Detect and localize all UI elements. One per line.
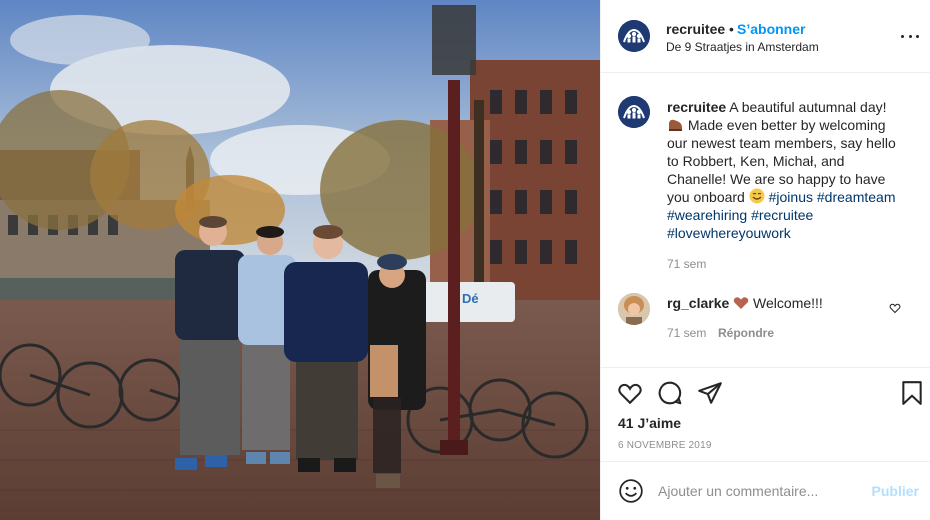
post-date[interactable]: 6 NOVEMBRE 2019 — [618, 440, 712, 451]
recruitee-logo-icon — [618, 20, 650, 52]
comment-text: Welcome!!! — [749, 295, 823, 311]
reply-button[interactable]: Répondre — [718, 326, 774, 340]
recruitee-logo-icon — [618, 96, 650, 128]
commenter-photo — [618, 293, 650, 325]
emoji-heart — [733, 297, 749, 309]
amsterdam-canal-photo: Dé — [0, 0, 600, 520]
publish-button[interactable]: Publier — [872, 483, 919, 499]
hashtag-dreamteam[interactable]: #dreamteam — [817, 189, 896, 205]
comment-input[interactable] — [658, 482, 858, 500]
commenter-avatar[interactable] — [618, 293, 650, 325]
van-sign: Dé — [462, 291, 479, 306]
header-username[interactable]: recruitee — [666, 21, 725, 37]
heart-icon[interactable] — [617, 380, 643, 406]
caption-timestamp[interactable]: 71 sem — [667, 257, 706, 271]
comment-icon[interactable] — [657, 380, 683, 406]
smile-icon[interactable] — [618, 478, 644, 504]
action-bar: 41 J’aime 6 NOVEMBRE 2019 — [601, 367, 930, 462]
post-panel: recruitee • S’abonner De 9 Straatjes in … — [600, 0, 930, 520]
likes-count[interactable]: 41 J’aime — [618, 415, 681, 431]
separator-dot: • — [729, 21, 734, 37]
emoji-smile — [749, 188, 765, 204]
follow-button[interactable]: S’abonner — [737, 21, 805, 37]
comments-section: recruitee A beautiful autumnal day! Made… — [601, 74, 930, 366]
location-link[interactable]: De 9 Straatjes in Amsterdam — [666, 40, 819, 54]
hashtag-recruitee[interactable]: #recruitee — [751, 207, 813, 223]
hashtag-joinus[interactable]: #joinus — [769, 189, 813, 205]
share-icon[interactable] — [697, 380, 723, 406]
comment-timestamp[interactable]: 71 sem — [667, 326, 706, 340]
more-icon[interactable] — [901, 27, 919, 45]
post-photo[interactable]: Dé — [0, 0, 600, 520]
hashtag-wearehiring[interactable]: #wearehiring — [667, 207, 747, 223]
caption-text-1: A beautiful autumnal day! — [726, 99, 887, 115]
hashtag-lovewhereyouwork[interactable]: #lovewhereyouwork — [667, 225, 791, 241]
post-caption: recruitee A beautiful autumnal day! Made… — [667, 98, 907, 242]
add-comment-bar: Publier — [601, 462, 930, 520]
bookmark-icon[interactable] — [899, 380, 925, 406]
recruitee-avatar[interactable] — [618, 20, 650, 52]
comment-body: rg_clarke Welcome!!! — [667, 295, 823, 311]
comment-like-icon[interactable] — [889, 302, 901, 314]
emoji-boot — [669, 119, 682, 131]
comment-username[interactable]: rg_clarke — [667, 295, 729, 311]
caption-username[interactable]: recruitee — [667, 99, 726, 115]
post-header: recruitee • S’abonner De 9 Straatjes in … — [601, 0, 930, 73]
caption-avatar[interactable] — [618, 96, 650, 128]
